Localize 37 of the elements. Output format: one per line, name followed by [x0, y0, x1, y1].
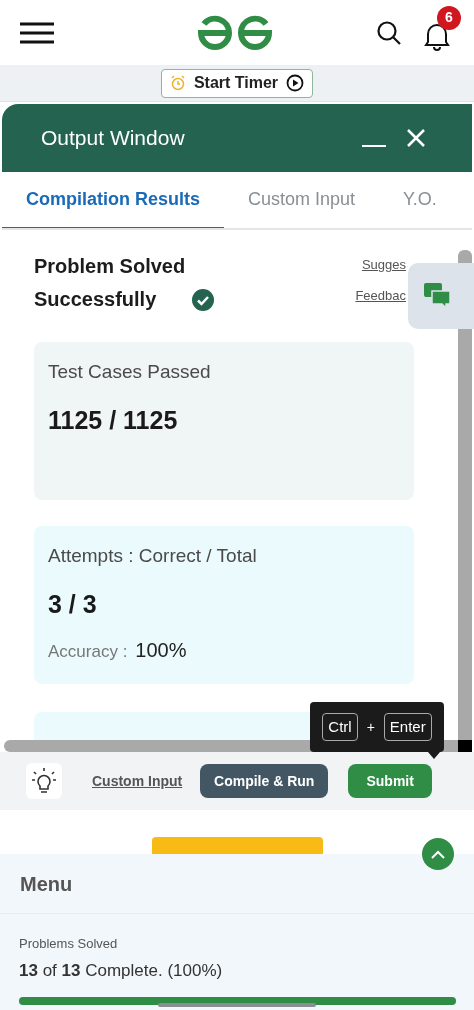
chat-button[interactable] — [408, 263, 474, 329]
tab[interactable]: Compilation Results — [2, 172, 224, 228]
progress-text: 13 of 13 Complete. (100%) — [19, 959, 224, 982]
result-title: Problem Solved Successfully — [34, 254, 186, 312]
card-label: Attempts : Correct / Total — [48, 544, 258, 568]
link[interactable]: Feedbac — [355, 285, 406, 305]
key: Ctrl — [322, 713, 358, 741]
window-title: Output Window — [41, 125, 185, 152]
tab[interactable]: Y.O. — [379, 172, 461, 228]
accuracy-value: 100% — [135, 638, 187, 663]
hint-button[interactable] — [26, 763, 62, 799]
progress-label: Problems Solved — [19, 935, 119, 953]
notification-badge: 6 — [437, 5, 461, 30]
submit-button[interactable]: Submit — [348, 764, 433, 798]
chevron-up-icon — [431, 849, 445, 859]
card-value: 1125 / 1125 — [48, 404, 179, 436]
link[interactable]: Sugges — [361, 255, 406, 275]
menu-icon[interactable] — [20, 21, 54, 44]
card-label: Test Cases Passed — [48, 360, 212, 384]
card-value: 3 / 3 — [48, 588, 98, 620]
menu-title: Menu — [20, 871, 73, 897]
scroll-corner — [458, 740, 472, 752]
play-icon — [286, 74, 305, 92]
chat-icon — [424, 283, 452, 309]
accuracy-label: Accuracy : — [48, 641, 128, 663]
plus-sign: + — [366, 717, 375, 737]
start-timer-button[interactable]: Start Timer — [160, 68, 314, 98]
lightbulb-icon — [31, 767, 57, 795]
compile-run-button[interactable]: Compile & Run — [200, 764, 329, 798]
check-circle-icon — [192, 289, 214, 311]
alarm-clock-icon — [169, 75, 186, 91]
custom-input-link[interactable]: Custom Input — [92, 770, 183, 792]
bell-icon[interactable] — [424, 21, 450, 52]
search-icon[interactable] — [376, 19, 402, 46]
key: Enter — [383, 713, 432, 741]
close-icon[interactable] — [406, 128, 426, 148]
tab[interactable]: Custom Input — [224, 172, 380, 228]
